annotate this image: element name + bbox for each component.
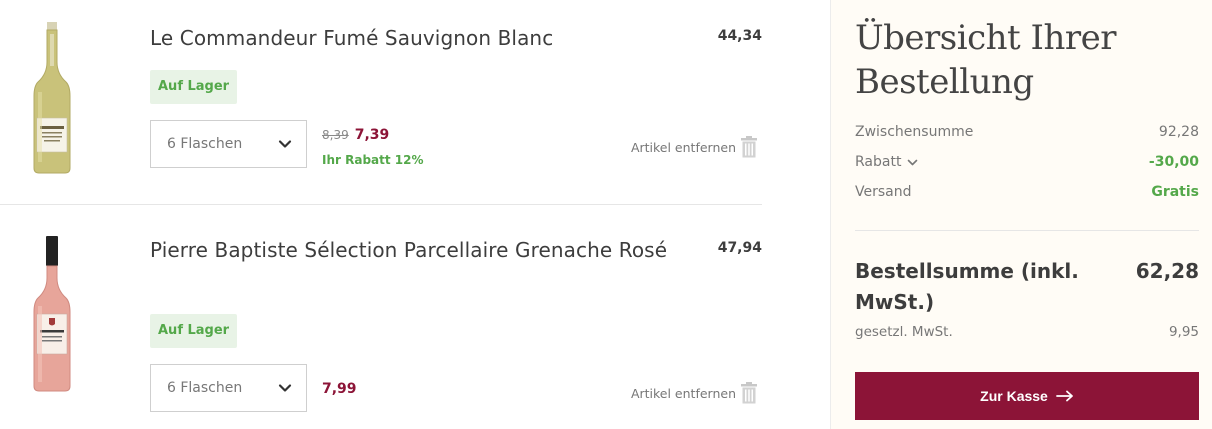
subtotal-value: 92,28 (1158, 124, 1199, 140)
discount-value: -30,00 (1148, 154, 1199, 170)
new-price: 7,99 (322, 381, 357, 397)
remove-item-label: Artikel entfernen (630, 139, 736, 155)
remove-item-button[interactable]: Artikel entfernen (631, 382, 758, 404)
checkout-label: Zur Kasse (980, 388, 1048, 404)
wine-bottle-image[interactable] (22, 236, 82, 392)
subtotal-row: Zwischensumme 92,28 (855, 124, 1199, 140)
stock-badge: Auf Lager (150, 70, 238, 104)
quantity-select[interactable]: 6 Flaschen (150, 364, 307, 412)
product-name[interactable]: Pierre Baptiste Sélection Parcellaire Gr… (150, 234, 670, 266)
cart-item: Le Commandeur Fumé Sauvignon Blanc 44,34… (0, 0, 762, 205)
discount-row: Rabatt -30,00 (855, 154, 1199, 170)
vat-value: 9,95 (1168, 324, 1199, 340)
new-price: 7,39 (354, 127, 390, 143)
shipping-label: Versand (855, 184, 912, 200)
shipping-value: Gratis (1151, 184, 1199, 200)
stock-badge: Auf Lager (150, 314, 238, 348)
discount-label: Rabatt (855, 154, 902, 170)
product-name[interactable]: Le Commandeur Fumé Sauvignon Blanc (150, 22, 670, 54)
trash-icon (741, 136, 757, 158)
cart-items-panel: Le Commandeur Fumé Sauvignon Blanc 44,34… (0, 0, 830, 429)
unit-price: 7,99 (322, 378, 357, 397)
total-label: Bestellsumme (inkl. MwSt.) (855, 259, 1079, 314)
shipping-row: Versand Gratis (855, 184, 1199, 200)
summary-title: Übersicht Ihrer Bestellung (855, 18, 1116, 102)
chevron-down-icon (278, 384, 292, 392)
subtotal-label: Zwischensumme (855, 124, 974, 140)
cart-item: Pierre Baptiste Sélection Parcellaire Gr… (0, 206, 762, 429)
arrow-right-icon (1055, 390, 1073, 402)
order-summary-panel: Übersicht Ihrer Bestellung Zwischensumme… (830, 0, 1212, 429)
line-total: 44,34 (717, 28, 762, 44)
checkout-button[interactable]: Zur Kasse (855, 372, 1199, 420)
quantity-select[interactable]: 6 Flaschen (150, 120, 307, 168)
discount-toggle[interactable]: Rabatt (855, 154, 918, 170)
remove-item-label: Artikel entfernen (630, 385, 736, 401)
discount-label: Ihr Rabatt 12% (322, 153, 424, 167)
vat-label: gesetzl. MwSt. (855, 324, 953, 340)
old-price: 8,39 (322, 128, 349, 142)
wine-bottle-image[interactable] (22, 22, 82, 174)
divider (855, 230, 1199, 231)
vat-row: gesetzl. MwSt. 9,95 (855, 324, 1199, 340)
trash-icon (741, 382, 757, 404)
quantity-value: 6 Flaschen (167, 380, 243, 396)
chevron-down-icon (908, 159, 918, 165)
remove-item-button[interactable]: Artikel entfernen (631, 136, 758, 158)
chevron-down-icon (278, 140, 292, 148)
quantity-value: 6 Flaschen (167, 136, 243, 152)
line-total: 47,94 (717, 240, 762, 256)
total-value: 62,28 (1135, 259, 1199, 283)
unit-price: 8,39 7,39 Ihr Rabatt 12% (322, 124, 424, 167)
